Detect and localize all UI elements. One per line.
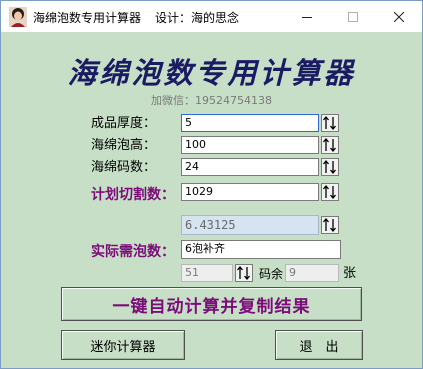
stack-spinner[interactable]	[321, 158, 339, 176]
plan-input[interactable]: 1029	[181, 183, 319, 201]
thickness-label: 成品厚度：	[91, 116, 157, 131]
result-spinner[interactable]	[321, 216, 339, 234]
calculator-window: 海绵泡数专用计算器 设计：海的思念 海绵泡数专用计算器 加微信：19524754…	[0, 0, 423, 369]
plan-spinner[interactable]	[321, 183, 339, 201]
height-spinner[interactable]	[321, 136, 339, 154]
window-title: 海绵泡数专用计算器	[33, 11, 142, 25]
exit-button[interactable]: 退 出	[275, 330, 363, 360]
spin-arrows-icon	[323, 137, 336, 153]
height-input[interactable]: 100	[181, 136, 319, 154]
need-label: 实际需泡数：	[91, 244, 175, 260]
client-area: 海绵泡数专用计算器 加微信：19524754138 成品厚度： 5 海绵泡高： …	[1, 32, 422, 368]
app-heading: 海绵泡数专用计算器	[67, 56, 356, 90]
spin-arrows-icon	[323, 184, 336, 200]
spin-arrows-icon	[323, 115, 336, 131]
minimize-icon	[302, 16, 312, 18]
spin-arrows-icon	[237, 265, 250, 281]
count-spinner[interactable]	[235, 264, 253, 282]
mini-calculator-button[interactable]: 迷你计算器	[61, 330, 185, 360]
close-icon	[394, 11, 404, 22]
wechat-contact: 加微信：19524754138	[151, 94, 272, 107]
close-button[interactable]	[376, 1, 422, 32]
remainder-field: 9	[285, 264, 339, 282]
thickness-input[interactable]: 5	[181, 114, 319, 132]
minimize-button[interactable]	[284, 1, 330, 32]
auto-calc-copy-button[interactable]: 一键自动计算并复制结果	[61, 287, 362, 321]
result-field: 6.43125	[181, 215, 319, 235]
sheets-unit-label: 张	[343, 266, 357, 281]
count-field: 51	[181, 264, 233, 282]
title-bar[interactable]: 海绵泡数专用计算器 设计：海的思念	[1, 1, 422, 32]
maximize-button[interactable]	[330, 1, 376, 32]
remainder-label: 码余	[259, 267, 284, 281]
avatar-icon	[9, 7, 27, 27]
need-input[interactable]: 6泡补齐	[181, 240, 341, 259]
thickness-spinner[interactable]	[321, 114, 339, 132]
spin-arrows-icon	[323, 217, 336, 233]
window-designer: 设计：海的思念	[155, 11, 240, 25]
stack-input[interactable]: 24	[181, 158, 319, 176]
height-label: 海绵泡高：	[91, 138, 157, 153]
maximize-icon	[348, 11, 358, 22]
spin-arrows-icon	[323, 159, 336, 175]
stack-label: 海绵码数：	[91, 160, 157, 175]
plan-label: 计划切割数：	[91, 187, 175, 203]
